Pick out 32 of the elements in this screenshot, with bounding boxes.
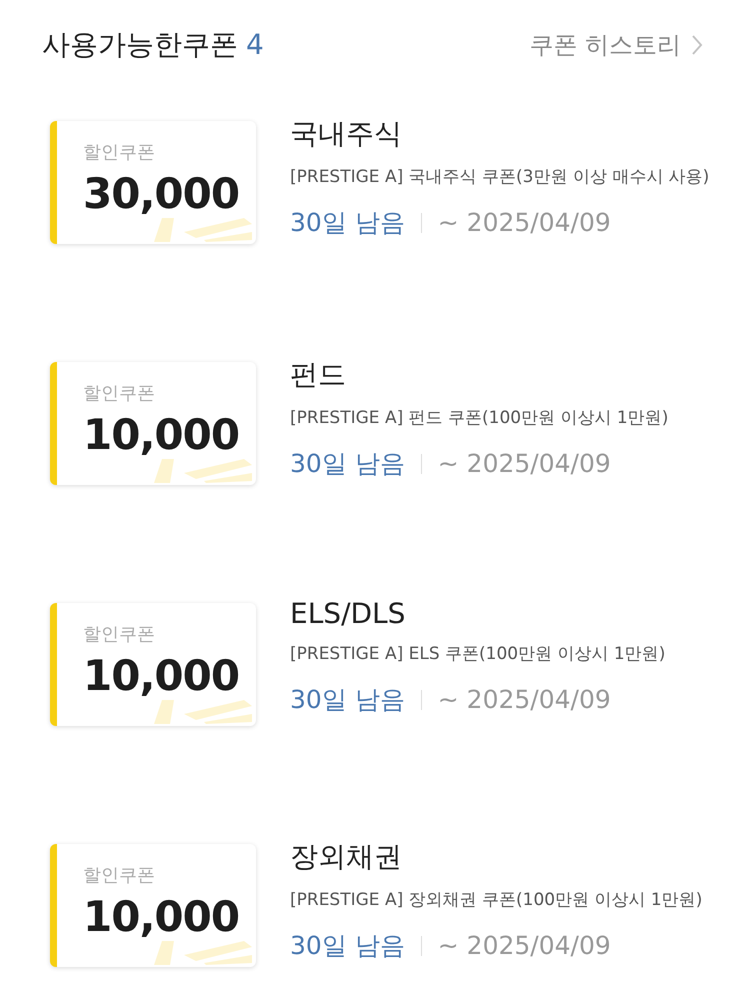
coupon-card[interactable]: 할인쿠폰 30,000: [50, 121, 256, 244]
coupon-name: 장외채권: [290, 839, 403, 875]
coupon-name: 펀드: [290, 357, 347, 393]
coupon-amount: 10,000: [83, 896, 240, 938]
coupon-card[interactable]: 할인쿠폰 10,000: [50, 844, 256, 967]
coupon-description: [PRESTIGE A] 펀드 쿠폰(100만원 이상시 1만원): [290, 407, 668, 429]
coupon-name: ELS/DLS: [290, 597, 406, 630]
section-title: 사용가능한쿠폰: [42, 28, 238, 61]
coupon-description: [PRESTIGE A] ELS 쿠폰(100만원 이상시 1만원): [290, 643, 666, 665]
coupon-type: 할인쿠폰: [83, 864, 155, 888]
coupon-amount: 10,000: [83, 655, 240, 697]
expiry-date: ~ 2025/04/09: [438, 931, 611, 960]
days-remaining: 30일 남음: [290, 448, 405, 480]
days-remaining: 30일 남음: [290, 207, 405, 239]
days-remaining: 30일 남음: [290, 930, 405, 962]
coupon-type: 할인쿠폰: [83, 141, 155, 165]
coupon-amount: 10,000: [83, 414, 240, 456]
coupon-history-link[interactable]: 쿠폰 히스토리: [529, 29, 703, 61]
coupon-description: [PRESTIGE A] 국내주식 쿠폰(3만원 이상 매수시 사용): [290, 166, 710, 188]
coupon-type: 할인쿠폰: [83, 382, 155, 406]
coupon-count: 4: [246, 28, 264, 61]
expiry-date: ~ 2025/04/09: [438, 208, 611, 237]
coupon-amount: 30,000: [83, 173, 240, 215]
expiry-date: ~ 2025/04/09: [438, 685, 611, 714]
coupon-name: 국내주식: [290, 116, 403, 152]
coupon-description: [PRESTIGE A] 장외채권 쿠폰(100만원 이상시 1만원): [290, 889, 702, 911]
coupon-card[interactable]: 할인쿠폰 10,000: [50, 603, 256, 726]
days-remaining: 30일 남음: [290, 684, 405, 716]
expiry-date: ~ 2025/04/09: [438, 449, 611, 478]
coupon-card[interactable]: 할인쿠폰 10,000: [50, 362, 256, 485]
coupon-type: 할인쿠폰: [83, 623, 155, 647]
chevron-right-icon: [691, 34, 703, 56]
